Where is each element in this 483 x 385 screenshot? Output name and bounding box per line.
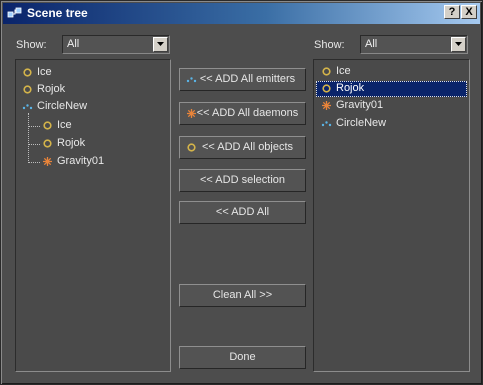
tree-item-label: Ice bbox=[57, 119, 72, 131]
left-show-select[interactable]: All bbox=[62, 35, 170, 54]
add-all-button[interactable]: << ADD All bbox=[179, 201, 306, 224]
scene-tree-window: Scene tree ? X Show: All Ice Rojok Circl… bbox=[0, 0, 483, 385]
list-item-label: CircleNew bbox=[336, 117, 387, 129]
list-item-selected[interactable]: Rojok bbox=[316, 81, 467, 97]
tree-child-item[interactable]: Rojok bbox=[42, 136, 162, 152]
title-bar[interactable]: Scene tree bbox=[3, 3, 480, 24]
emitter-icon bbox=[22, 104, 33, 110]
daemon-icon bbox=[43, 157, 52, 166]
object-icon bbox=[43, 121, 52, 130]
chevron-down-icon[interactable] bbox=[451, 37, 466, 52]
list-item-label: Gravity01 bbox=[336, 99, 384, 111]
tree-item-label: Ice bbox=[37, 66, 52, 78]
object-icon bbox=[43, 139, 52, 148]
right-show-value: All bbox=[365, 38, 378, 50]
daemon-icon bbox=[322, 101, 331, 110]
list-item[interactable]: CircleNew bbox=[318, 116, 466, 132]
add-all-emitters-button[interactable]: << ADD All emitters bbox=[179, 68, 306, 91]
add-all-objects-button[interactable]: << ADD All objects bbox=[179, 136, 306, 159]
window-title: Scene tree bbox=[27, 6, 88, 20]
right-show-select[interactable]: All bbox=[360, 35, 468, 54]
chevron-down-icon[interactable] bbox=[153, 37, 168, 52]
list-item-label: Rojok bbox=[336, 82, 365, 94]
scene-tree-app-icon bbox=[7, 7, 22, 18]
tree-connector bbox=[28, 162, 40, 163]
done-button[interactable]: Done bbox=[179, 346, 306, 369]
list-item-label: Ice bbox=[336, 65, 351, 77]
clean-all-button[interactable]: Clean All >> bbox=[179, 284, 306, 307]
tree-item-label: Rojok bbox=[37, 83, 66, 95]
add-selection-button[interactable]: << ADD selection bbox=[179, 169, 306, 192]
emitter-icon bbox=[186, 77, 197, 83]
tree-child-item[interactable]: Gravity01 bbox=[42, 154, 162, 170]
list-item[interactable]: Ice bbox=[318, 64, 466, 80]
button-label: << ADD All emitters bbox=[199, 73, 296, 85]
button-label: << ADD All daemons bbox=[196, 107, 299, 119]
left-show-value: All bbox=[67, 38, 80, 50]
scene-selection-list[interactable]: Ice Rojok Gravity01 CircleNew bbox=[313, 59, 470, 372]
daemon-icon bbox=[187, 109, 196, 118]
button-label: << ADD All objects bbox=[201, 141, 294, 153]
right-show-label: Show: bbox=[314, 39, 345, 51]
object-icon bbox=[322, 84, 331, 93]
tree-item-label: CircleNew bbox=[37, 100, 88, 112]
close-button[interactable]: X bbox=[461, 5, 477, 19]
object-icon bbox=[23, 85, 32, 94]
tree-item[interactable]: Rojok bbox=[22, 82, 162, 98]
object-icon bbox=[187, 143, 196, 152]
tree-item[interactable]: CircleNew bbox=[22, 99, 162, 115]
tree-connector bbox=[28, 113, 29, 163]
add-all-daemons-button[interactable]: << ADD All daemons bbox=[179, 102, 306, 125]
object-icon bbox=[23, 68, 32, 77]
left-show-label: Show: bbox=[16, 39, 47, 51]
scene-tree-list[interactable]: Ice Rojok CircleNew Ice Rojok Gravity01 bbox=[15, 59, 171, 372]
list-item[interactable]: Gravity01 bbox=[318, 98, 466, 114]
tree-item-label: Gravity01 bbox=[57, 155, 105, 167]
tree-item-label: Rojok bbox=[57, 137, 86, 149]
tree-item[interactable]: Ice bbox=[22, 65, 162, 81]
emitter-icon bbox=[321, 121, 332, 127]
tree-connector bbox=[28, 144, 40, 145]
object-icon bbox=[322, 67, 331, 76]
tree-connector bbox=[28, 126, 40, 127]
help-button[interactable]: ? bbox=[444, 5, 460, 19]
tree-child-item[interactable]: Ice bbox=[42, 118, 162, 134]
